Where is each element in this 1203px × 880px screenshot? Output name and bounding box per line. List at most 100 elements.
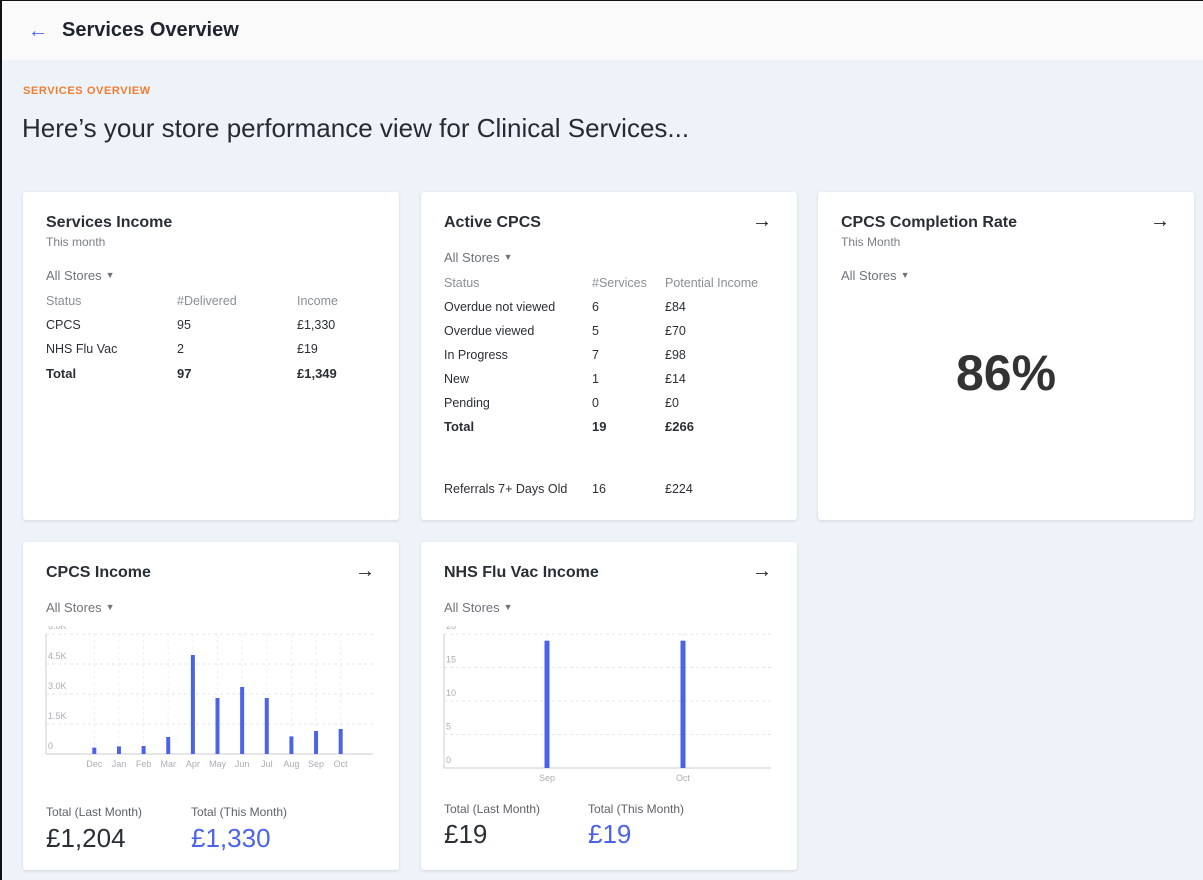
section-eyebrow: SERVICES OVERVIEW [23, 85, 151, 97]
table-cell: 5 [592, 324, 599, 338]
x-tick-label: Jul [261, 759, 273, 769]
x-tick-label: Jun [235, 759, 250, 769]
caret-down-icon: ▼ [503, 252, 513, 262]
store-filter-dropdown[interactable]: All Stores ▼ [444, 600, 513, 615]
x-tick-label: Dec [86, 759, 103, 769]
bar-dec [92, 747, 97, 754]
x-tick-label: Sep [308, 759, 324, 769]
x-tick-label: Sep [539, 773, 555, 783]
y-tick-label: 0 [48, 741, 53, 751]
x-tick-label: Mar [160, 759, 176, 769]
table-cell: £70 [665, 324, 686, 338]
table-cell: £1,330 [297, 318, 336, 332]
store-filter-dropdown[interactable]: All Stores ▼ [46, 600, 115, 615]
store-filter-dropdown[interactable]: All Stores ▼ [444, 250, 513, 265]
x-tick-label: Jan [112, 759, 127, 769]
table-cell: 19 [592, 419, 607, 434]
card-title: Services Income [46, 214, 173, 231]
caret-down-icon: ▼ [105, 602, 115, 612]
active-cpcs-card: Active CPCS → All Stores ▼ Status #Servic… [421, 192, 797, 520]
arrow-right-icon[interactable]: → [355, 561, 375, 581]
bar-jul [264, 698, 269, 754]
services-income-card: Services Income This month All Stores ▼ S… [23, 192, 399, 520]
card-title: CPCS Completion Rate [841, 214, 1018, 231]
bar-jun [240, 687, 245, 754]
y-tick-label: 4.5K [48, 651, 67, 661]
card-subtitle: This Month [841, 235, 901, 249]
bar-oct [680, 640, 686, 768]
bar-jan [116, 746, 121, 754]
table-cell: 16 [592, 482, 606, 496]
table-cell: 95 [177, 318, 191, 332]
table-cell: 6 [592, 300, 599, 314]
store-filter-dropdown[interactable]: All Stores ▼ [46, 268, 115, 283]
window-frame-left [0, 0, 2, 880]
store-filter-label: All Stores [841, 268, 897, 283]
x-tick-label: Aug [283, 759, 299, 769]
card-title: NHS Flu Vac Income [444, 564, 599, 581]
table-cell: New [444, 372, 470, 386]
caret-down-icon: ▼ [105, 270, 115, 280]
total-last-month-value: £1,204 [46, 823, 126, 853]
table-cell: Overdue viewed [444, 324, 535, 338]
cpcs-income-card: CPCS Income → All Stores ▼ 0 1.5K 3.0K 4.5K 6… [23, 542, 399, 870]
caret-down-icon: ▼ [503, 602, 513, 612]
table-cell: 7 [592, 348, 599, 362]
bar-apr [190, 655, 195, 754]
y-tick-label: 10 [446, 688, 456, 698]
table-cell: £98 [665, 348, 686, 362]
table-cell: Pending [444, 396, 490, 410]
bar-oct [338, 729, 343, 754]
table-cell: Total [46, 366, 77, 381]
total-this-month-label: Total (This Month) [191, 805, 288, 819]
store-filter-label: All Stores [46, 268, 102, 283]
table-cell: £0 [665, 396, 679, 410]
active-cpcs-table: Status #Services Potential Income Overdu… [444, 276, 789, 501]
total-this-month-value: £1,330 [191, 823, 271, 853]
table-cell: 1 [592, 372, 599, 386]
page-header: ← Services Overview [2, 1, 1203, 60]
table-cell: In Progress [444, 348, 508, 362]
y-tick-label: 5 [446, 722, 451, 732]
column-header: Status [444, 276, 480, 290]
column-header: Status [46, 294, 82, 308]
store-filter-label: All Stores [444, 600, 500, 615]
table-cell: 2 [177, 342, 184, 356]
cpcs-income-chart: 0 1.5K 3.0K 4.5K 6.0K Dec Jan Feb Mar Apr May Jun Ju… [45, 626, 373, 769]
bar-sep [314, 731, 319, 754]
table-cell: £224 [665, 482, 693, 496]
page-headline: Here’s your store performance view for C… [22, 113, 690, 143]
arrow-right-icon[interactable]: → [752, 561, 772, 581]
bar-mar [166, 737, 171, 754]
total-last-month-label: Total (Last Month) [444, 802, 541, 816]
page-title: Services Overview [62, 19, 239, 41]
services-income-table: Status #Delivered Income CPCS 95 £1,330 … [46, 294, 376, 384]
total-last-month-value: £19 [444, 819, 488, 849]
column-header: Income [297, 294, 338, 308]
y-tick-label: 1.5K [48, 711, 67, 721]
bar-sep [544, 640, 550, 768]
table-cell: NHS Flu Vac [46, 342, 118, 356]
arrow-left-icon[interactable]: ← [28, 21, 48, 41]
y-tick-label: 20 [446, 626, 456, 631]
total-last-month-label: Total (Last Month) [46, 805, 143, 819]
completion-rate-value: 86% [956, 345, 1057, 401]
card-title: Active CPCS [444, 214, 541, 231]
x-tick-label: Oct [676, 773, 691, 783]
table-cell: Overdue not viewed [444, 300, 556, 314]
store-filter-label: All Stores [46, 600, 102, 615]
x-tick-label: Feb [136, 759, 152, 769]
store-filter-dropdown[interactable]: All Stores ▼ [841, 268, 910, 283]
card-subtitle: This month [46, 235, 106, 249]
table-cell: £14 [665, 372, 686, 386]
column-header: #Delivered [177, 294, 237, 308]
y-tick-label: 3.0K [48, 681, 67, 691]
arrow-right-icon[interactable]: → [752, 211, 772, 231]
table-cell: 0 [592, 396, 599, 410]
arrow-right-icon[interactable]: → [1150, 211, 1170, 231]
table-cell: Total [444, 419, 475, 434]
table-cell: £1,349 [297, 366, 337, 381]
store-filter-label: All Stores [444, 250, 500, 265]
table-cell: 97 [177, 366, 192, 381]
bar-aug [289, 736, 294, 754]
